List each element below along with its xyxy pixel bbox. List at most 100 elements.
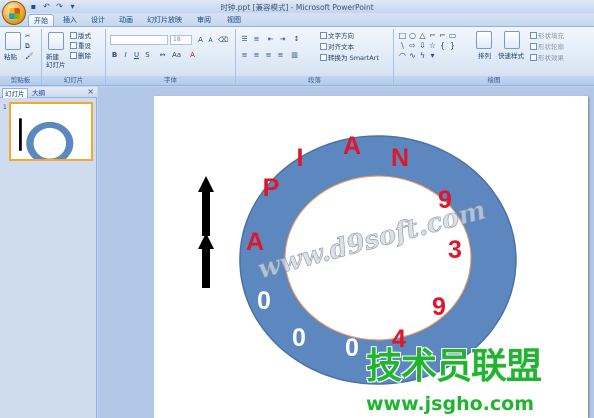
close-pane-icon[interactable]: × — [87, 87, 94, 96]
paste-icon[interactable] — [5, 32, 21, 50]
shape-effects-label: 形状效果 — [538, 54, 564, 62]
ring-digit-9-lower[interactable]: 9 — [432, 293, 446, 321]
ring-digit-0-left[interactable]: 0 — [257, 287, 271, 315]
decrease-indent-icon[interactable]: ⇤ — [266, 35, 275, 44]
ring-letter-i[interactable]: I — [297, 144, 304, 172]
underline-icon[interactable]: U — [132, 51, 141, 60]
strikethrough-icon[interactable]: S — [143, 51, 152, 60]
slide-thumbnail[interactable] — [9, 102, 93, 165]
group-font: 18 A A ⌫ B I U S ↔ Aa A 字体 — [106, 29, 236, 85]
shape-brace-icon[interactable]: { — [438, 42, 447, 50]
change-case-icon[interactable]: Aa — [172, 51, 181, 60]
reset-button[interactable]: 重设 — [70, 42, 91, 50]
ring-digit-0-middle[interactable]: 0 — [292, 324, 306, 352]
shape-connector-icon[interactable]: ⌐ — [438, 32, 447, 40]
grow-font-icon[interactable]: A — [196, 36, 205, 45]
shape-line-icon[interactable]: ⌐ — [428, 32, 437, 40]
shape-arrow-right-icon[interactable]: ⇨ — [408, 42, 417, 50]
shrink-font-icon[interactable]: A — [206, 36, 215, 45]
columns-icon[interactable]: ▥ — [290, 51, 299, 60]
shape-line2-icon[interactable]: \ — [398, 42, 407, 50]
shape-outline-label: 形状轮廓 — [538, 43, 564, 51]
format-painter-icon[interactable]: 🖌 — [25, 52, 33, 60]
office-button[interactable] — [2, 1, 26, 25]
bold-icon[interactable]: B — [110, 51, 119, 60]
shape-arc-icon[interactable]: ◠ — [398, 52, 407, 60]
tab-home[interactable]: 开始 — [28, 14, 54, 26]
clipboard-group-label: 剪贴板 — [0, 76, 41, 85]
shape-brace2-icon[interactable]: } — [448, 42, 457, 50]
shape-triangle-icon[interactable]: △ — [418, 32, 427, 40]
new-slide-button[interactable]: 新建 幻灯片 — [46, 53, 66, 69]
shape-fill-button[interactable]: 形状填充 — [530, 32, 564, 40]
ring-digit-3[interactable]: 3 — [448, 236, 462, 264]
line-spacing-icon[interactable]: ↕ — [292, 35, 301, 44]
tab-slides-pane[interactable]: 幻灯片 — [2, 88, 28, 98]
font-color-icon[interactable]: A — [188, 51, 197, 60]
brand-overlay: 技术员联盟 www.jsgho.com — [362, 346, 594, 418]
up-arrow-bottom[interactable] — [198, 233, 214, 288]
align-text-button[interactable]: 对齐文本 — [320, 43, 354, 51]
smartart-button[interactable]: 转换为 SmartArt — [320, 54, 379, 62]
brand-url: www.jsgho.com — [366, 393, 534, 415]
tab-design[interactable]: 设计 — [86, 14, 110, 26]
shape-lightning-icon[interactable]: ϟ — [418, 52, 427, 60]
text-direction-icon — [320, 32, 327, 39]
shape-outline-button[interactable]: 形状轮廓 — [530, 43, 564, 51]
shape-oval-icon[interactable]: ○ — [408, 32, 417, 40]
ring-letter-n[interactable]: N — [391, 144, 409, 172]
slides-group-label: 幻灯片 — [42, 76, 105, 85]
font-name-combo[interactable] — [110, 35, 168, 45]
layout-button[interactable]: 版式 — [70, 32, 91, 40]
shape-rounded-icon[interactable]: ▭ — [448, 32, 457, 40]
quick-styles-icon[interactable] — [504, 31, 520, 49]
new-slide-icon[interactable] — [48, 32, 64, 50]
up-arrow-top[interactable] — [198, 176, 214, 236]
paste-button[interactable]: 粘贴 — [4, 53, 17, 61]
shape-fill-icon — [530, 32, 537, 39]
shape-more-icon[interactable]: ▾ — [428, 52, 437, 60]
group-clipboard: 粘贴 ✂ ⧉ 🖌 剪贴板 — [0, 29, 42, 85]
italic-icon[interactable]: I — [121, 51, 130, 60]
align-right-icon[interactable]: ≡ — [264, 51, 273, 60]
delete-label: 删除 — [78, 52, 91, 60]
shape-fill-label: 形状填充 — [538, 32, 564, 40]
arrange-button[interactable]: 排列 — [478, 52, 491, 60]
arrange-icon[interactable] — [476, 31, 492, 49]
group-slides: 新建 幻灯片 版式 重设 删除 幻灯片 — [42, 29, 106, 85]
text-direction-button[interactable]: 文字方向 — [320, 32, 354, 40]
ring-digit-0-bottom[interactable]: 0 — [345, 334, 359, 362]
tab-animation[interactable]: 动画 — [114, 14, 138, 26]
delete-button[interactable]: 删除 — [70, 52, 91, 60]
align-left-icon[interactable]: ≡ — [240, 51, 249, 60]
tab-outline-pane[interactable]: 大纲 — [30, 88, 47, 98]
numbering-icon[interactable]: ≡ — [252, 35, 261, 44]
copy-icon[interactable]: ⧉ — [25, 42, 30, 50]
cut-icon[interactable]: ✂ — [25, 32, 30, 40]
text-direction-label: 文字方向 — [328, 32, 354, 40]
shape-star-icon[interactable]: ☆ — [428, 42, 437, 50]
slides-pane: 幻灯片 大纲 × 1 — [0, 87, 97, 418]
shape-curve-icon[interactable]: ∿ — [408, 52, 417, 60]
tab-slideshow[interactable]: 幻灯片放映 — [142, 14, 187, 26]
bullets-icon[interactable]: ☰ — [240, 35, 249, 44]
shape-effects-button[interactable]: 形状效果 — [530, 54, 564, 62]
font-size-combo[interactable]: 18 — [170, 35, 192, 45]
quick-styles-button[interactable]: 快速样式 — [498, 52, 524, 60]
justify-icon[interactable]: ≡ — [276, 51, 285, 60]
ring-letter-a-top[interactable]: A — [343, 132, 361, 160]
shape-outline-icon — [530, 43, 537, 50]
shape-arrow-down-icon[interactable]: ⇩ — [418, 42, 427, 50]
slide-number: 1 — [3, 104, 7, 111]
tab-insert[interactable]: 插入 — [58, 14, 82, 26]
shape-rect-icon[interactable]: □ — [398, 32, 407, 40]
ring-letter-a-left[interactable]: A — [246, 228, 264, 256]
tab-view[interactable]: 视图 — [222, 14, 246, 26]
align-center-icon[interactable]: ≡ — [252, 51, 261, 60]
increase-indent-icon[interactable]: ⇥ — [278, 35, 287, 44]
ring-letter-p[interactable]: P — [263, 174, 280, 202]
tab-review[interactable]: 审阅 — [192, 14, 216, 26]
char-spacing-icon[interactable]: ↔ — [158, 51, 167, 60]
drawing-group-label: 绘图 — [394, 76, 594, 85]
clear-format-icon[interactable]: ⌫ — [218, 36, 228, 45]
